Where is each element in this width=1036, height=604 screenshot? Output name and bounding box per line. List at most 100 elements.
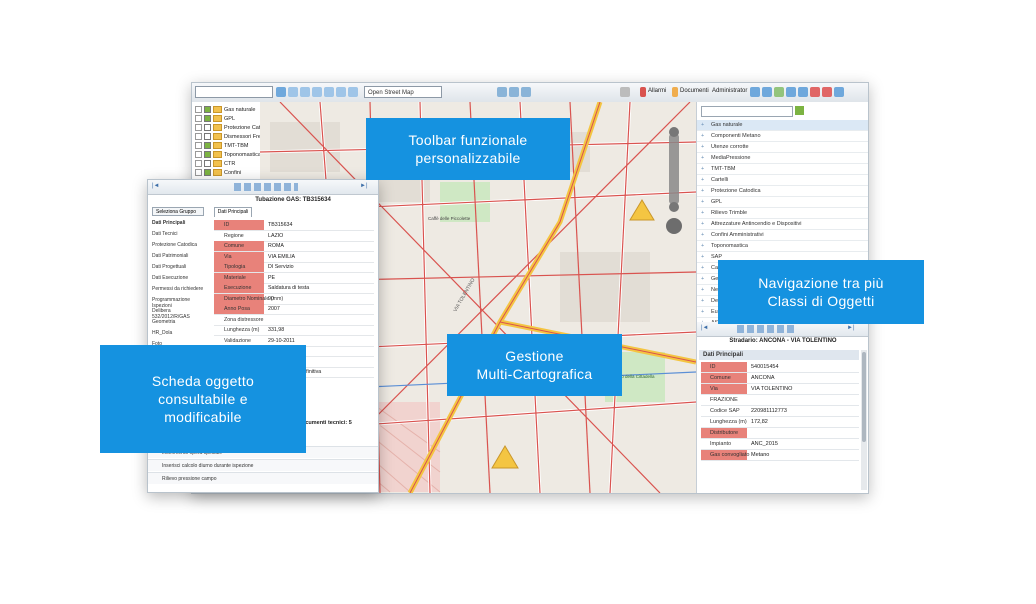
- form-row[interactable]: Anno Posa 2007: [214, 304, 374, 315]
- filter-icon[interactable]: [762, 87, 772, 97]
- info-icon[interactable]: [786, 87, 796, 97]
- field-value[interactable]: VIA EMILIA: [268, 252, 295, 262]
- layer-item[interactable]: Gas naturale: [195, 106, 256, 115]
- layer-item[interactable]: Toponomastica: [195, 151, 261, 160]
- field-value[interactable]: Saldatura di testa: [268, 283, 309, 293]
- nav-last-icon[interactable]: ►|: [847, 325, 855, 331]
- form-row[interactable]: Regione LAZIO: [214, 231, 374, 242]
- class-item[interactable]: + Attrezzature Antincendio e Dispositivi: [697, 219, 868, 230]
- print-icon[interactable]: [497, 87, 507, 97]
- footer-action[interactable]: Rilievo pressione campo: [148, 472, 378, 484]
- detail-tools-icons[interactable]: [737, 325, 797, 333]
- form-row[interactable]: Lunghezza (m) 331,98: [214, 325, 374, 336]
- field-value[interactable]: 29-10-2011: [268, 336, 295, 346]
- close-icon[interactable]: [822, 87, 832, 97]
- detail-row[interactable]: Via VIA TOLENTINO: [701, 384, 859, 395]
- documenti-link[interactable]: Documenti: [680, 88, 709, 94]
- detail-row[interactable]: Distributore: [701, 428, 859, 439]
- search-icon[interactable]: [798, 87, 808, 97]
- form-row[interactable]: Via VIA EMILIA: [214, 251, 374, 263]
- delete-icon[interactable]: [810, 87, 820, 97]
- nav-last-icon[interactable]: ►|: [360, 183, 368, 189]
- pan-icon[interactable]: [276, 87, 286, 97]
- side-menu-item[interactable]: Dati Esecuzione: [152, 275, 204, 281]
- zoom-slider[interactable]: [669, 134, 679, 204]
- class-item[interactable]: + Confini Amministrativi: [697, 230, 868, 241]
- zoom-out-icon[interactable]: [300, 87, 310, 97]
- field-value[interactable]: ANC_2015: [751, 439, 778, 449]
- form-row[interactable]: Comune ROMA: [214, 241, 374, 252]
- class-item[interactable]: + Gas naturale: [697, 120, 868, 131]
- field-value[interactable]: LAZIO: [268, 231, 283, 241]
- field-value[interactable]: Metano: [751, 450, 769, 460]
- layer-item[interactable]: Confini: [195, 169, 241, 178]
- footer-action[interactable]: Inserisci calcolo diurno durante ispezio…: [148, 459, 378, 471]
- form-row[interactable]: ID TB315634: [214, 220, 374, 231]
- form-row[interactable]: Zona distressore: [214, 315, 374, 326]
- alarm-icon[interactable]: [640, 87, 646, 97]
- side-menu-item[interactable]: Geometria: [152, 319, 204, 325]
- side-menu-item[interactable]: Dati Patrimoniali: [152, 253, 204, 259]
- class-item[interactable]: + MediaPressione: [697, 153, 868, 164]
- settings-icon[interactable]: [750, 87, 760, 97]
- detail-row[interactable]: Comune ANCONA: [701, 373, 859, 384]
- side-menu-item[interactable]: Protezione Catodica: [152, 242, 204, 248]
- detail-row[interactable]: ID 540015454: [701, 362, 859, 373]
- layer-item[interactable]: GPL: [195, 115, 235, 124]
- detail-row[interactable]: Codice SAP 220981112773: [701, 406, 859, 417]
- nav-first-icon[interactable]: |◄: [152, 183, 160, 189]
- field-value[interactable]: 331,98: [268, 325, 284, 335]
- detail-row[interactable]: FRAZIONE: [701, 395, 859, 406]
- form-row[interactable]: Esecuzione Saldatura di testa: [214, 283, 374, 294]
- layer-item[interactable]: TMT-TBM: [195, 142, 248, 151]
- field-value[interactable]: 220981112773: [751, 406, 787, 416]
- user-label[interactable]: Administrator: [712, 88, 747, 94]
- group-select[interactable]: Seleziona Gruppo: [152, 207, 204, 216]
- zoom-prev-icon[interactable]: [324, 87, 334, 97]
- nav-first-icon[interactable]: |◄: [701, 325, 709, 331]
- class-item[interactable]: + Protezione Catodica: [697, 186, 868, 197]
- class-item[interactable]: + Componenti Metano: [697, 131, 868, 142]
- field-value[interactable]: PE: [268, 273, 275, 283]
- side-menu-item[interactable]: HR_Dola: [152, 330, 204, 336]
- field-value[interactable]: VIA TOLENTINO: [751, 384, 792, 394]
- zoom-window-icon[interactable]: [348, 87, 358, 97]
- layer-item[interactable]: CTR: [195, 160, 235, 169]
- form-tools-icons[interactable]: [234, 183, 298, 191]
- zoom-in-icon[interactable]: [288, 87, 298, 97]
- measure-icon[interactable]: [509, 87, 519, 97]
- side-menu-item[interactable]: Permessi da richiedere: [152, 286, 204, 292]
- zoom-plus-icon[interactable]: [669, 127, 679, 137]
- refresh-icon[interactable]: [774, 87, 784, 97]
- field-value[interactable]: ANCONA: [751, 373, 775, 383]
- form-row[interactable]: Diametro Nominale (mm) 90: [214, 293, 374, 305]
- zoom-extent-icon[interactable]: [312, 87, 322, 97]
- detail-section-header[interactable]: Dati Principali: [699, 350, 859, 360]
- field-value[interactable]: 90: [268, 294, 274, 304]
- class-item[interactable]: + TMT-TBM: [697, 164, 868, 175]
- form-row[interactable]: Tipologia DI Servizio: [214, 262, 374, 273]
- allarmi-link[interactable]: Allarmi: [648, 88, 666, 94]
- detail-row[interactable]: Impianto ANC_2015: [701, 439, 859, 450]
- side-menu-item[interactable]: Dati Tecnici: [152, 231, 204, 237]
- zoom-minus-icon[interactable]: [669, 202, 679, 212]
- class-item[interactable]: + Rilievo Trimble: [697, 208, 868, 219]
- class-item[interactable]: + Utenze corrotte: [697, 142, 868, 153]
- layer-select[interactable]: [195, 86, 273, 98]
- zoom-next-icon[interactable]: [336, 87, 346, 97]
- pan-compass-icon[interactable]: [666, 218, 682, 234]
- class-item[interactable]: + GPL: [697, 197, 868, 208]
- form-row[interactable]: Materiale PE: [214, 272, 374, 284]
- help-icon[interactable]: [834, 87, 844, 97]
- field-value[interactable]: TB315634: [268, 220, 292, 230]
- export-icon[interactable]: [521, 87, 531, 97]
- class-item[interactable]: + Cartelli: [697, 175, 868, 186]
- field-value[interactable]: ROMA: [268, 241, 284, 251]
- add-icon[interactable]: [795, 106, 804, 115]
- field-value[interactable]: 540015454: [751, 362, 779, 372]
- basemap-select[interactable]: Open Street Map: [364, 86, 442, 98]
- document-icon[interactable]: [672, 87, 678, 97]
- side-menu-item[interactable]: Dati Principali: [152, 220, 204, 226]
- tab-dati-principali[interactable]: Dati Principali: [214, 207, 252, 217]
- field-value[interactable]: 2007: [268, 304, 280, 314]
